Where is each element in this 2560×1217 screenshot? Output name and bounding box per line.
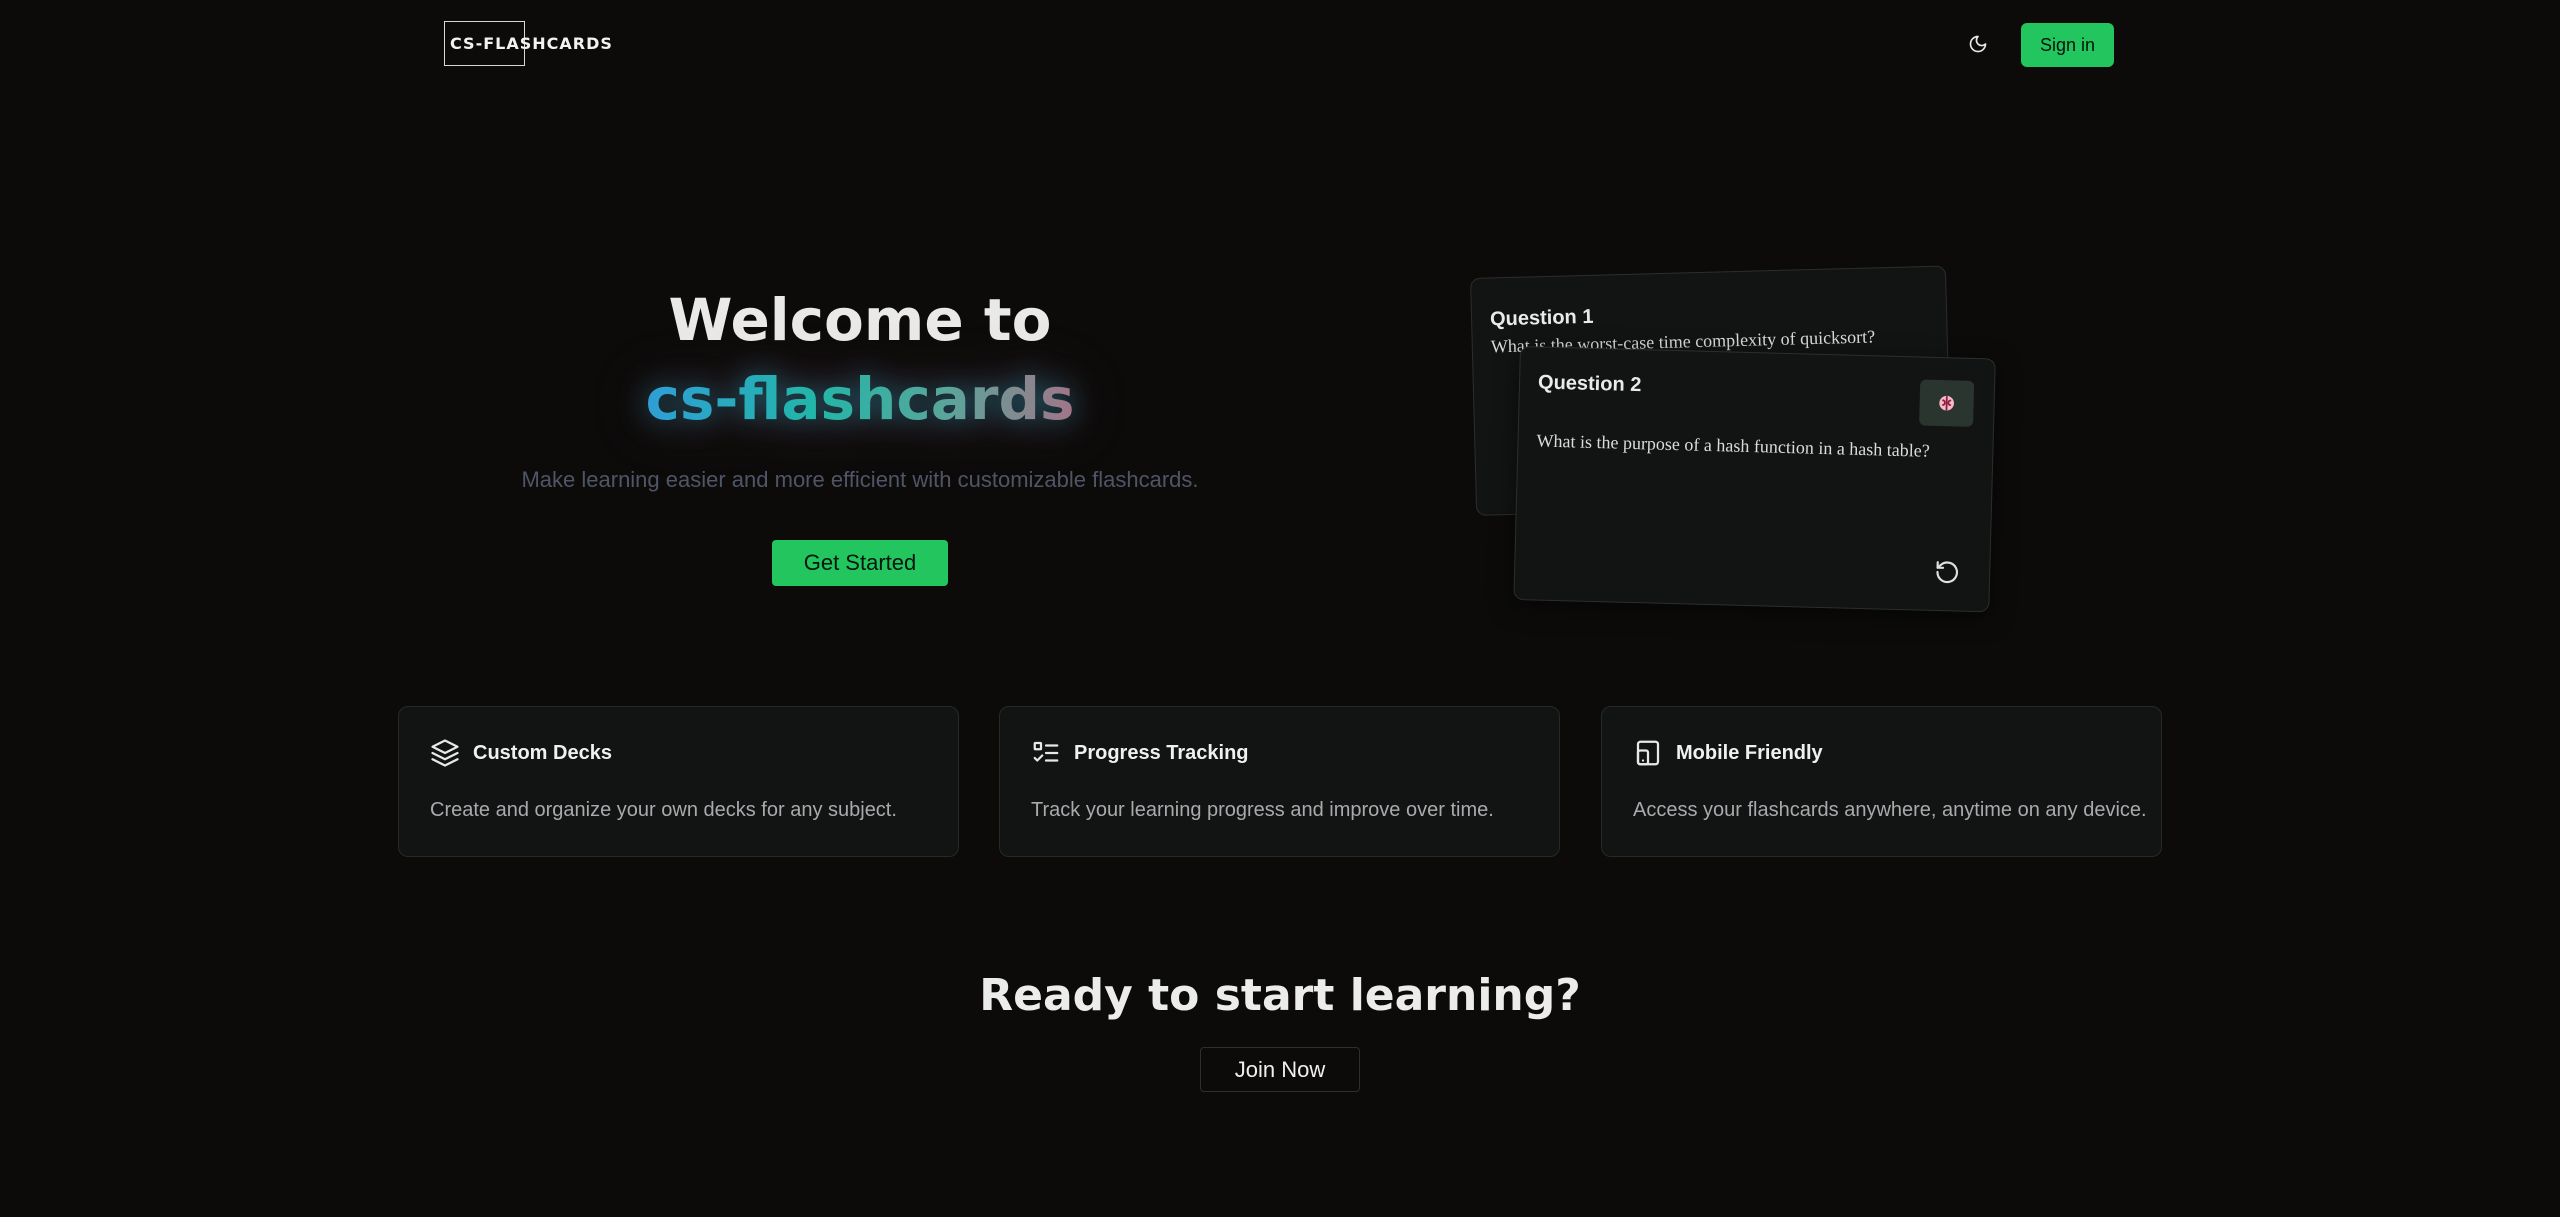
feature-card-progress-tracking: Progress Tracking Track your learning pr… bbox=[999, 706, 1560, 857]
feature-title: Mobile Friendly bbox=[1676, 741, 1823, 764]
join-now-button[interactable]: Join Now bbox=[1200, 1047, 1360, 1092]
hero-subtitle: Make learning easier and more efficient … bbox=[521, 467, 1199, 492]
flashcard-title: Question 1 bbox=[1489, 305, 1594, 331]
feature-description: Track your learning progress and improve… bbox=[1031, 799, 1494, 821]
logo[interactable]: CS-FLASHCARDS bbox=[444, 21, 613, 66]
get-started-button[interactable]: Get Started bbox=[772, 540, 948, 586]
list-checks-icon bbox=[1030, 737, 1062, 769]
flashcard-front[interactable]: Question 2 What is the purpose of a hash… bbox=[1513, 346, 1996, 613]
hero-brand: cs-flashcards bbox=[560, 360, 1160, 438]
landing-page: CS-FLASHCARDS Sign in Welcome to cs-flas… bbox=[0, 0, 2560, 1217]
tablet-smartphone-icon bbox=[1632, 737, 1664, 769]
flashcard-question: What is the purpose of a hash function i… bbox=[1536, 430, 1931, 461]
layers-icon bbox=[429, 737, 461, 769]
feature-card-mobile-friendly: Mobile Friendly Access your flashcards a… bbox=[1601, 706, 2162, 857]
cta-title: Ready to start learning? bbox=[979, 970, 1581, 1021]
feature-header: Mobile Friendly bbox=[1632, 737, 1823, 769]
sign-in-button[interactable]: Sign in bbox=[2021, 23, 2114, 67]
feature-description: Access your flashcards anywhere, anytime… bbox=[1633, 799, 2147, 821]
hint-button[interactable] bbox=[1919, 379, 1975, 427]
moon-icon bbox=[1969, 35, 1987, 53]
feature-title: Custom Decks bbox=[473, 741, 612, 764]
feature-header: Custom Decks bbox=[429, 737, 612, 769]
feature-card-custom-decks: Custom Decks Create and organize your ow… bbox=[398, 706, 959, 857]
feature-header: Progress Tracking bbox=[1030, 737, 1249, 769]
feature-description: Create and organize your own decks for a… bbox=[430, 799, 897, 821]
hero-title: Welcome to bbox=[668, 286, 1052, 354]
feature-title: Progress Tracking bbox=[1074, 741, 1249, 764]
theme-toggle-button[interactable] bbox=[1960, 26, 1996, 62]
rotate-ccw-icon bbox=[1936, 561, 1959, 584]
flashcard-title: Question 2 bbox=[1537, 371, 1642, 397]
brain-icon bbox=[1939, 395, 1954, 411]
flip-card-button[interactable] bbox=[1929, 554, 1966, 591]
hero-brand-text: cs-flashcards bbox=[645, 365, 1075, 433]
